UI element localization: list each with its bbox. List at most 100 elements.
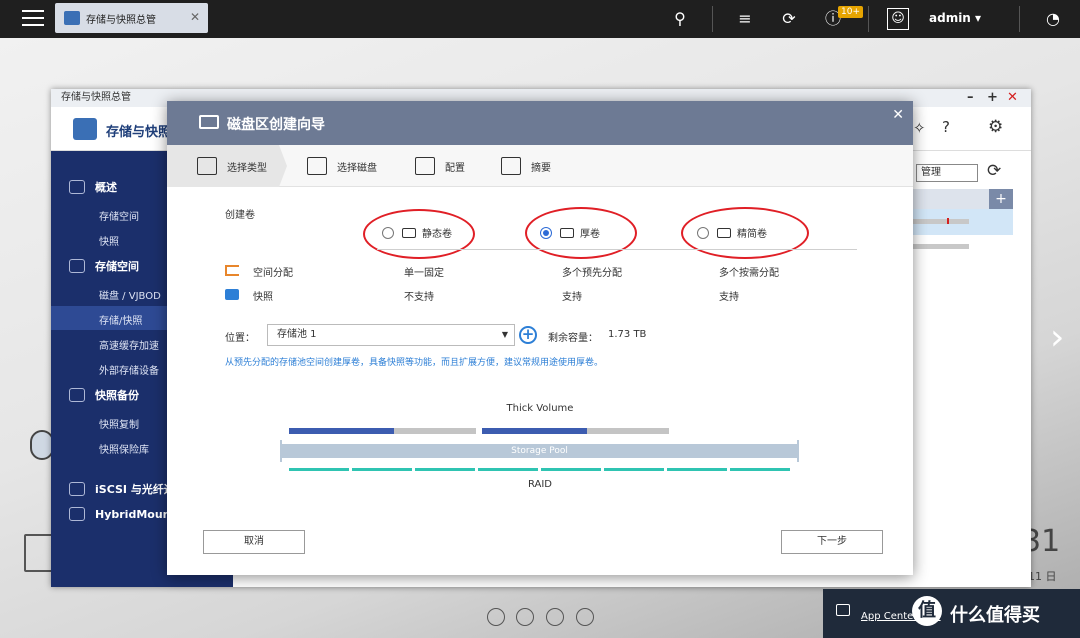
divider	[377, 249, 857, 250]
sidebar-group-label: iSCSI 与光纤通	[95, 483, 175, 496]
app-name: 存储与快照	[106, 125, 172, 140]
raid-disk-segment	[730, 468, 790, 471]
sidebar-item-snapshot-replica[interactable]: 快照复制	[99, 416, 139, 431]
add-storage-pool-icon[interactable]: +	[519, 326, 537, 344]
sidebar-group-storage[interactable]: 存储空间	[69, 258, 139, 274]
sidebar-group-overview[interactable]: 概述	[69, 179, 117, 195]
sidebar-item-cache-acceleration[interactable]: 高速缓存加速	[99, 337, 159, 352]
volume-fill	[289, 428, 394, 434]
book-icon[interactable]	[546, 608, 564, 626]
cancel-button[interactable]: 取消	[203, 530, 305, 554]
raid-disk-segment	[352, 468, 412, 471]
raid-disk-segment	[667, 468, 727, 471]
wizard-header: 磁盘区创建向导 ✕	[167, 101, 913, 145]
location-label: 位置：	[225, 333, 255, 344]
sidebar-item-external-storage[interactable]: 外部存储设备	[99, 362, 159, 377]
free-capacity-label: 剩余容量：	[548, 333, 598, 344]
red-annotation-circle	[525, 207, 637, 259]
sidebar-item-disks[interactable]: 磁盘 / VJBOD	[99, 287, 161, 302]
feature-value-static: 单一固定	[404, 268, 444, 279]
sidebar-group-label: 存储空间	[95, 260, 139, 273]
user-icon[interactable]: ☺	[887, 8, 909, 30]
usage-marker	[947, 218, 949, 224]
step-label: 配置	[445, 162, 465, 174]
settings-gear-icon[interactable]: ⚙	[988, 117, 1003, 137]
feature-value-thick: 多个预先分配	[562, 268, 622, 279]
hint-text: 从预先分配的存储池空间创建厚卷，具备快照等功能，而且扩展方便，建议常规用途使用厚…	[225, 358, 604, 368]
raid-disk-segment	[478, 468, 538, 471]
list-icon	[197, 157, 217, 175]
magic-wand-icon[interactable]: ✧	[913, 119, 926, 137]
next-page-arrow-icon[interactable]: ›	[1050, 318, 1070, 358]
step-label: 选择磁盘	[337, 162, 377, 174]
dashboard-gauge-icon[interactable]: ◔	[1042, 8, 1064, 30]
divider	[868, 6, 869, 32]
user-menu[interactable]: admin ▾	[929, 11, 981, 25]
dashboard-icon	[69, 180, 85, 194]
divider	[712, 6, 713, 32]
step-summary: 摘要	[501, 145, 551, 187]
iscsi-arrows-icon	[69, 482, 85, 496]
sidebar-item-snapshot[interactable]: 快照	[99, 233, 119, 248]
task-stack-icon[interactable]: ≡	[734, 8, 756, 30]
feature-name: 快照	[253, 292, 273, 303]
raid-disk-segment	[289, 468, 349, 471]
storage-pool-bar: Storage Pool	[280, 444, 799, 458]
trash-icon[interactable]	[24, 534, 54, 572]
step-label: 选择类型	[227, 162, 267, 174]
snapshot-icon	[225, 289, 239, 300]
raid-label: RAID	[527, 479, 553, 490]
sidebar-item-snapshot-vault[interactable]: 快照保险库	[99, 441, 149, 456]
red-annotation-circle	[363, 209, 475, 259]
sidebar-item-storage-space[interactable]: 存储空间	[99, 208, 139, 223]
main-menu-icon[interactable]	[22, 10, 44, 28]
free-capacity-value: 1.73 TB	[608, 329, 647, 340]
step-label: 摘要	[531, 162, 551, 174]
sidebar-item-storage-snapshot[interactable]: 存储/快照	[99, 312, 142, 327]
close-window-button[interactable]: ✕	[1007, 89, 1018, 107]
database-icon	[69, 259, 85, 273]
app-logo	[73, 118, 97, 140]
config-icon	[415, 157, 435, 175]
volume-fill	[482, 428, 587, 434]
search-icon[interactable]: ⚲	[669, 8, 691, 30]
next-button[interactable]: 下一步	[781, 530, 883, 554]
minimize-button[interactable]: –	[967, 89, 974, 107]
sidebar-group-iscsi[interactable]: iSCSI 与光纤通	[69, 481, 175, 497]
manage-button[interactable]: 管理	[916, 164, 978, 182]
sidebar-group-snapshot-backup[interactable]: 快照备份	[69, 387, 139, 403]
chevron-down-icon: ▼	[501, 330, 508, 339]
step-select-type: 选择类型	[197, 145, 267, 187]
refresh-icon[interactable]: ⟳	[987, 161, 1001, 181]
storage-app-icon	[64, 11, 80, 25]
close-icon[interactable]: ✕	[892, 107, 904, 123]
usage-bar	[913, 244, 969, 249]
close-icon[interactable]: ✕	[190, 10, 200, 24]
divider	[1019, 6, 1020, 32]
backup-icon	[69, 388, 85, 402]
raid-disk-segment	[415, 468, 475, 471]
space-allocation-icon	[225, 265, 239, 276]
tools-icon[interactable]	[516, 608, 534, 626]
diagram-title: Thick Volume	[506, 403, 574, 414]
maximize-button[interactable]: +	[987, 89, 998, 107]
taskbar-tab-storage[interactable]: 存储与快照总管 ✕	[55, 3, 208, 33]
raid-disk-segment	[604, 468, 664, 471]
disk-icon	[199, 115, 219, 129]
storage-pool-select[interactable]: 存储池 1 ▼	[267, 324, 515, 346]
edit-icon[interactable]	[576, 608, 594, 626]
sidebar-group-label: HybridMount	[95, 507, 176, 521]
feature-value-thin: 支持	[719, 292, 739, 303]
add-icon[interactable]: +	[989, 189, 1013, 209]
sidebar-group-hybridmount[interactable]: HybridMount	[69, 507, 176, 521]
create-volume-label: 创建卷	[225, 210, 255, 221]
help-icon[interactable]: ?	[942, 118, 950, 136]
message-icon	[836, 604, 850, 616]
sync-icon[interactable]: ⟳	[778, 8, 800, 30]
feature-value-static: 不支持	[404, 292, 434, 303]
cloud-icon[interactable]	[487, 608, 505, 626]
volume-creation-wizard: 磁盘区创建向导 ✕ 选择类型 选择磁盘 配置 摘要 创建卷 静态卷 厚卷 精简卷…	[167, 101, 913, 575]
table-row-selected[interactable]	[913, 209, 1013, 235]
wizard-steps: 选择类型 选择磁盘 配置 摘要	[167, 145, 913, 187]
storage-pool-value: 存储池 1	[277, 329, 317, 340]
